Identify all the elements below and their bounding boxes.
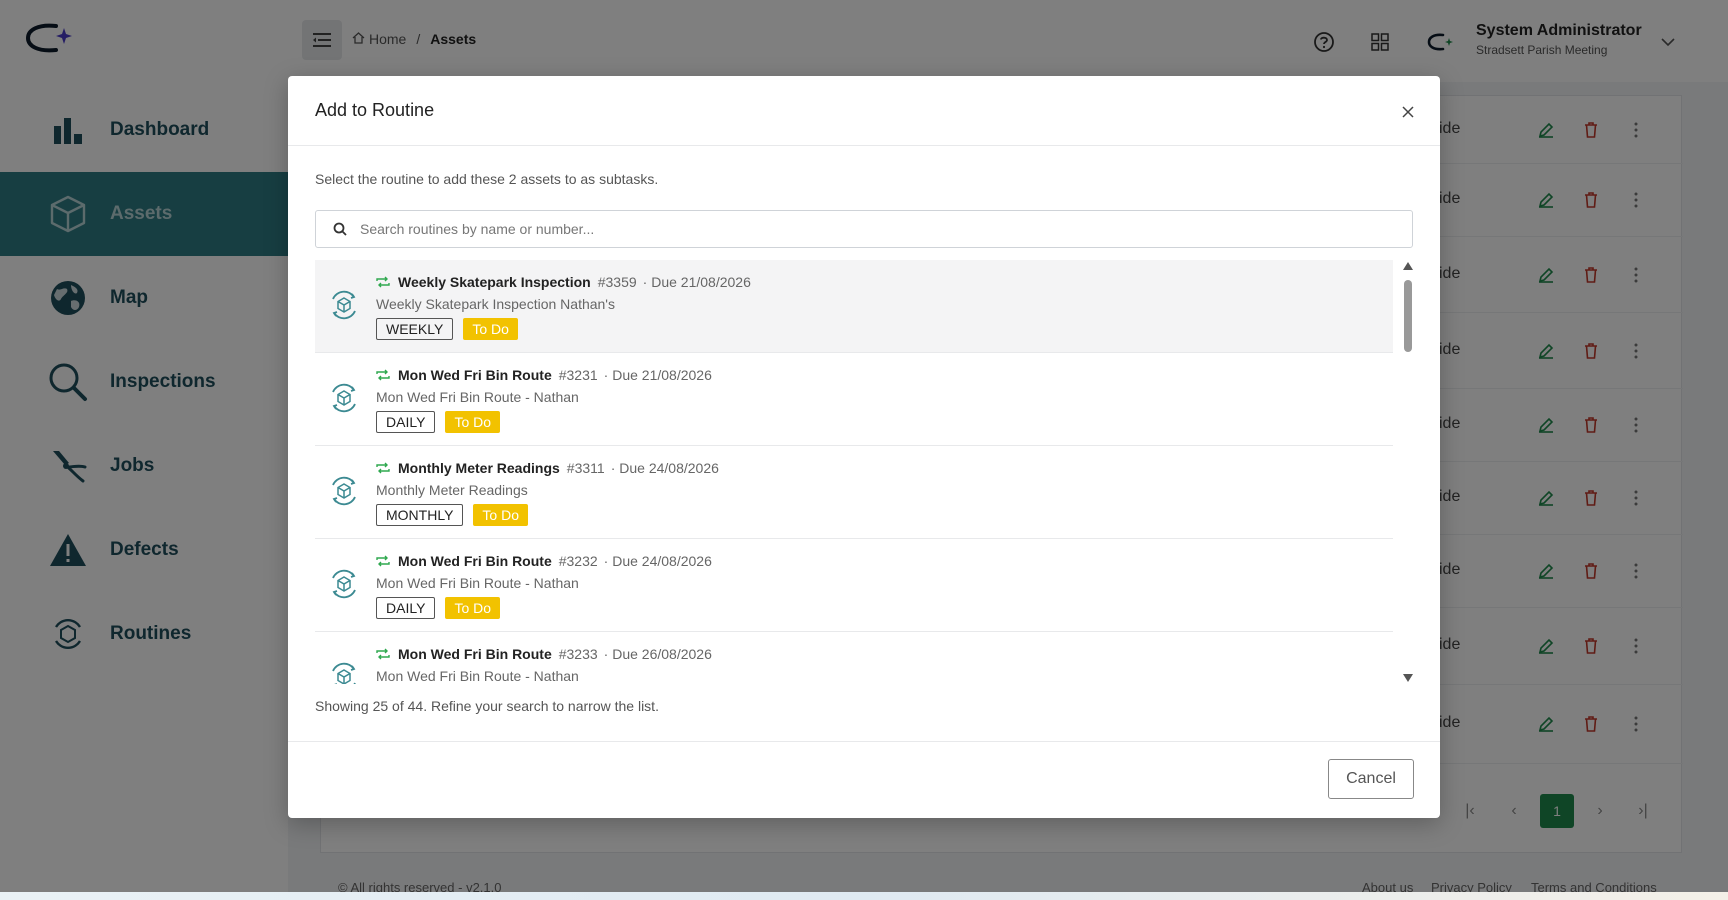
frequency-badge: DAILY bbox=[376, 597, 436, 619]
routine-list-item[interactable]: Mon Wed Fri Bin Route #3233 · Due 26/08/… bbox=[315, 632, 1393, 684]
routine-description: Mon Wed Fri Bin Route - Nathan bbox=[376, 575, 579, 591]
routine-number: #3231 bbox=[558, 367, 598, 383]
routine-list-item[interactable]: Mon Wed Fri Bin Route #3232 · Due 24/08/… bbox=[315, 539, 1393, 632]
status-badge: To Do bbox=[445, 597, 501, 619]
routine-due-date: · Due 21/08/2026 bbox=[642, 274, 751, 290]
repeat-icon bbox=[376, 276, 390, 288]
frequency-badge: MONTHLY bbox=[376, 504, 464, 526]
bottom-strip bbox=[0, 892, 1728, 900]
routine-name: Mon Wed Fri Bin Route bbox=[398, 553, 552, 569]
add-to-routine-modal: Add to Routine Select the routine to add… bbox=[288, 76, 1440, 818]
routine-number: #3232 bbox=[558, 553, 598, 569]
scroll-up-arrow[interactable] bbox=[1403, 262, 1413, 270]
routine-cycle-icon bbox=[332, 290, 356, 320]
routine-name: Mon Wed Fri Bin Route bbox=[398, 646, 552, 662]
repeat-icon bbox=[376, 462, 390, 474]
routine-due-date: · Due 21/08/2026 bbox=[603, 367, 712, 383]
routine-name: Monthly Meter Readings bbox=[398, 460, 560, 476]
status-badge: To Do bbox=[473, 504, 528, 526]
repeat-icon bbox=[376, 648, 390, 660]
routine-cycle-icon bbox=[332, 662, 356, 684]
routine-name: Mon Wed Fri Bin Route bbox=[398, 367, 552, 383]
routine-cycle-icon bbox=[332, 476, 356, 506]
routine-name: Weekly Skatepark Inspection bbox=[398, 274, 591, 290]
status-badge: To Do bbox=[445, 411, 501, 433]
cancel-button[interactable]: Cancel bbox=[1328, 759, 1414, 799]
routine-description: Monthly Meter Readings bbox=[376, 482, 528, 498]
repeat-icon bbox=[376, 555, 390, 567]
modal-description: Select the routine to add these 2 assets… bbox=[315, 171, 659, 187]
routine-number: #3359 bbox=[597, 274, 637, 290]
routine-search-input[interactable] bbox=[360, 221, 1400, 237]
frequency-badge: WEEKLY bbox=[376, 318, 454, 340]
routine-list-item[interactable]: Weekly Skatepark Inspection #3359 · Due … bbox=[315, 260, 1393, 353]
routine-due-date: · Due 24/08/2026 bbox=[610, 460, 719, 476]
scrollbar-thumb[interactable] bbox=[1404, 280, 1412, 352]
routine-list-item[interactable]: Mon Wed Fri Bin Route #3231 · Due 21/08/… bbox=[315, 353, 1393, 446]
routine-list-item[interactable]: Monthly Meter Readings #3311 · Due 24/08… bbox=[315, 446, 1393, 539]
routine-number: #3311 bbox=[566, 460, 605, 476]
scroll-down-arrow[interactable] bbox=[1403, 674, 1413, 682]
routine-list-scrollbar[interactable] bbox=[1403, 260, 1413, 684]
routine-cycle-icon bbox=[332, 569, 356, 599]
routine-description: Mon Wed Fri Bin Route - Nathan bbox=[376, 389, 579, 405]
modal-header: Add to Routine bbox=[288, 76, 1440, 146]
routine-due-date: · Due 26/08/2026 bbox=[603, 646, 712, 662]
status-badge: To Do bbox=[463, 318, 518, 340]
frequency-badge: DAILY bbox=[376, 411, 436, 433]
routine-description: Weekly Skatepark Inspection Nathan's bbox=[376, 296, 615, 312]
routine-due-date: · Due 24/08/2026 bbox=[603, 553, 712, 569]
search-icon bbox=[330, 219, 350, 239]
results-count-text: Showing 25 of 44. Refine your search to … bbox=[315, 698, 659, 714]
modal-footer: Cancel bbox=[288, 741, 1440, 818]
routine-number: #3233 bbox=[558, 646, 598, 662]
modal-title: Add to Routine bbox=[315, 100, 435, 120]
routine-cycle-icon bbox=[332, 383, 356, 413]
repeat-icon bbox=[376, 369, 390, 381]
close-icon[interactable] bbox=[1394, 98, 1422, 126]
routine-list: Weekly Skatepark Inspection #3359 · Due … bbox=[315, 260, 1403, 684]
routine-search-field[interactable] bbox=[315, 210, 1413, 248]
routine-description: Mon Wed Fri Bin Route - Nathan bbox=[376, 668, 579, 684]
